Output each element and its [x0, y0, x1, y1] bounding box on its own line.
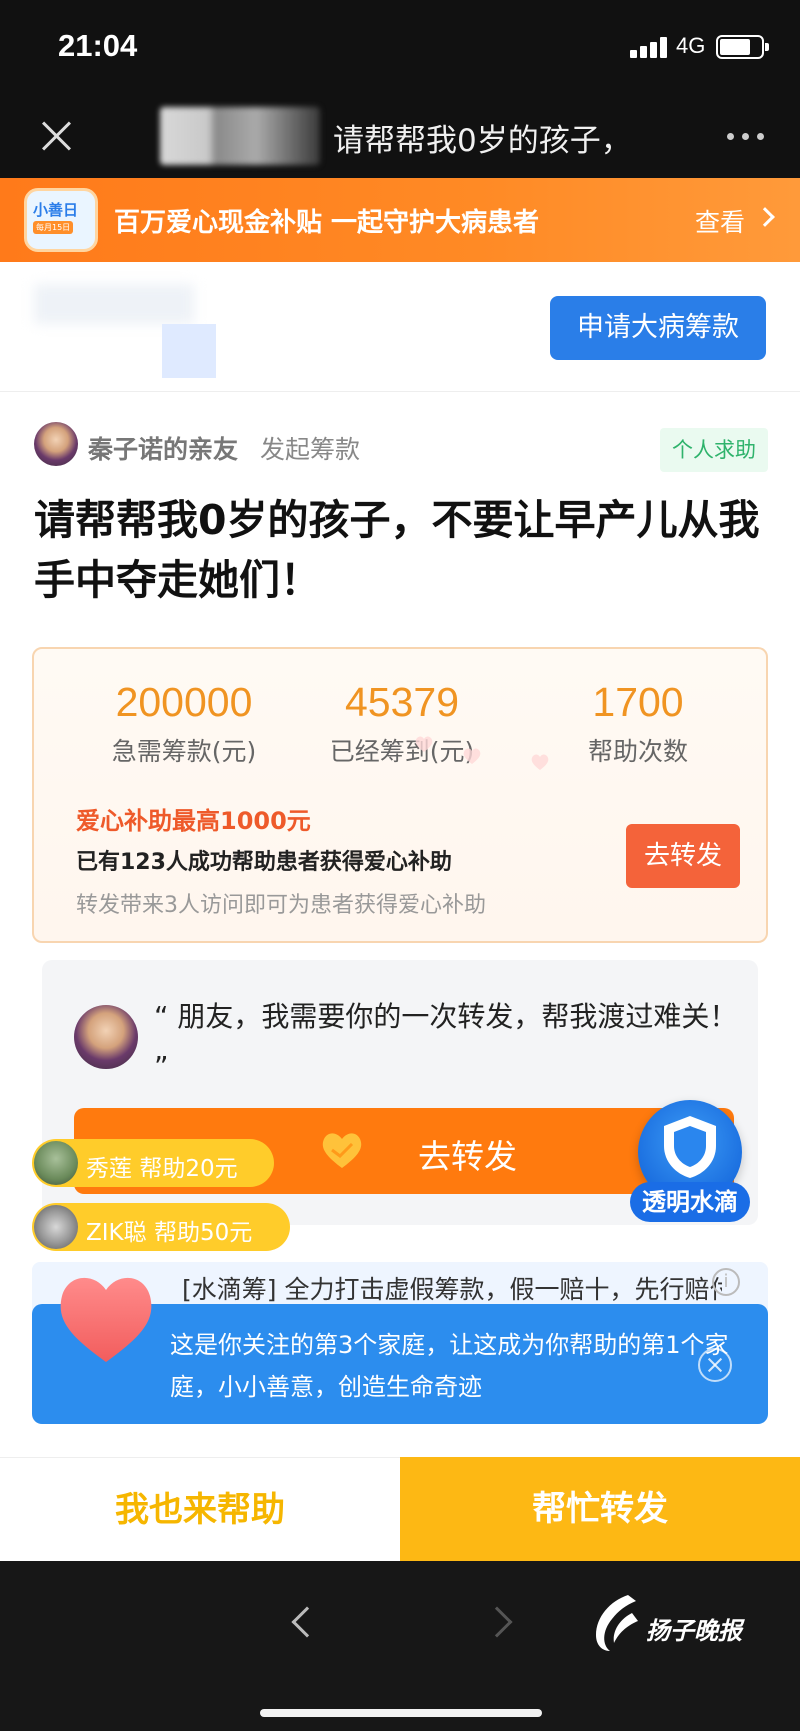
- network-type: 4G: [676, 33, 706, 58]
- close-icon[interactable]: [36, 115, 76, 155]
- blurred-square: [162, 324, 216, 378]
- share-button-label: 去转发: [418, 1137, 517, 1176]
- stat-value: 1700: [592, 679, 684, 725]
- shield-label: 透明水滴: [630, 1182, 750, 1222]
- home-indicator[interactable]: [260, 1709, 542, 1717]
- donor-amount: 帮助20元: [139, 1156, 238, 1182]
- more-icon[interactable]: [727, 133, 767, 143]
- apply-row: 申请大病筹款: [0, 262, 800, 392]
- subsidy-title: 爱心补助最高1000元: [76, 807, 311, 835]
- status-time: 21:04: [58, 28, 138, 63]
- stat-label: 帮助次数: [587, 737, 688, 766]
- heart-icon: [462, 747, 482, 765]
- bottom-action-bar: 我也来帮助 帮忙转发: [0, 1457, 800, 1561]
- promo-banner[interactable]: 小善日 每月15日 百万爱心现金补贴 一起守护大病患者 查看: [0, 178, 800, 262]
- stat-help-count: 1700 帮助次数: [528, 679, 748, 768]
- donor-bubble: ZIK聪 帮助50元: [32, 1203, 290, 1251]
- forward-arrow-icon[interactable]: [481, 1606, 513, 1638]
- personal-help-tag: 个人求助: [660, 428, 768, 472]
- promo-text: 百万爱心现金补贴 一起守护大病患者: [114, 208, 540, 238]
- apply-fundraise-button[interactable]: 申请大病筹款: [550, 296, 766, 360]
- subsidy-line: 已有123人成功帮助患者获得爱心补助: [76, 850, 452, 875]
- browser-toolbar: 扬子晚报: [0, 1561, 800, 1731]
- donor-text: ZIK聪 帮助50元: [86, 1213, 252, 1247]
- badge-subtitle: 每月15日: [33, 221, 74, 234]
- initiator-row: 秦子诺的亲友 发起筹款 个人求助: [34, 422, 774, 472]
- xiaoshanri-badge-icon: 小善日 每月15日: [24, 188, 98, 252]
- avatar: [74, 1005, 138, 1069]
- page-title: 请帮帮我0岁的孩子，: [333, 123, 632, 159]
- initiator-action: 发起筹款: [260, 435, 361, 464]
- stat-label: 急需筹款(元): [111, 737, 257, 766]
- blurred-avatar: [160, 107, 320, 165]
- notice-text: [水滴筹] 全力打击虚假筹款，假一赔十，先行赔付: [182, 1275, 722, 1304]
- stat-value: 45379: [344, 679, 459, 725]
- heart-icon: [414, 735, 434, 753]
- close-icon[interactable]: [698, 1348, 732, 1382]
- battery-icon: [716, 35, 769, 59]
- donor-amount: 帮助50元: [153, 1220, 253, 1246]
- subsidy-note: 转发带来3人访问即可为患者获得爱心补助: [76, 893, 486, 918]
- heart-handshake-icon: [320, 1130, 364, 1170]
- signal-icon: [630, 36, 670, 58]
- status-bar: 21:04 4G: [0, 0, 800, 95]
- shield-icon: [658, 1112, 722, 1182]
- avatar: [34, 422, 78, 466]
- transparent-shuidi-badge[interactable]: 透明水滴: [630, 1100, 750, 1226]
- newspaper-logo: 扬子晚报: [588, 1591, 758, 1661]
- chevron-right-icon: [755, 207, 775, 227]
- badge-title: 小善日: [33, 201, 79, 219]
- donor-bubble: 秀莲 帮助20元: [32, 1139, 274, 1187]
- quote-text: “ 朋友，我需要你的一次转发，帮我渡过难关！ ”: [154, 1000, 738, 1083]
- logo-text: 扬子晚报: [646, 1616, 742, 1645]
- promo-view-link[interactable]: 查看: [695, 203, 745, 239]
- stats-card: 200000 急需筹款(元) 45379 已经筹到(元) 1700 帮助次数 爱…: [32, 647, 768, 943]
- avatar: [34, 1205, 78, 1249]
- logo-mark-icon: [588, 1591, 644, 1655]
- share-button-small[interactable]: 去转发: [626, 824, 740, 888]
- tip-text: 这是你关注的第3个家庭，让这成为你帮助的第1个家庭，小小善意，创造生命奇迹: [170, 1331, 729, 1401]
- help-button[interactable]: 我也来帮助: [0, 1457, 400, 1561]
- stat-target: 200000 急需筹款(元): [74, 679, 294, 768]
- donor-name: ZIK聪: [86, 1220, 147, 1246]
- share-button[interactable]: 帮忙转发: [400, 1457, 800, 1561]
- initiator-name[interactable]: 秦子诺的亲友: [88, 430, 238, 466]
- heart-icon: [530, 753, 550, 771]
- blurred-logo: [34, 284, 194, 324]
- donor-text: 秀莲 帮助20元: [86, 1149, 238, 1183]
- campaign-headline: 请帮帮我0岁的孩子，不要让早产儿从我手中夺走她们！: [34, 496, 760, 604]
- donor-name: 秀莲: [86, 1156, 132, 1182]
- back-arrow-icon[interactable]: [291, 1606, 323, 1638]
- avatar: [34, 1141, 78, 1185]
- nav-bar: 请帮帮我0岁的孩子，: [0, 95, 800, 178]
- stat-value: 200000: [115, 679, 253, 725]
- info-icon[interactable]: i: [712, 1268, 740, 1296]
- heart-icon: [54, 1270, 158, 1366]
